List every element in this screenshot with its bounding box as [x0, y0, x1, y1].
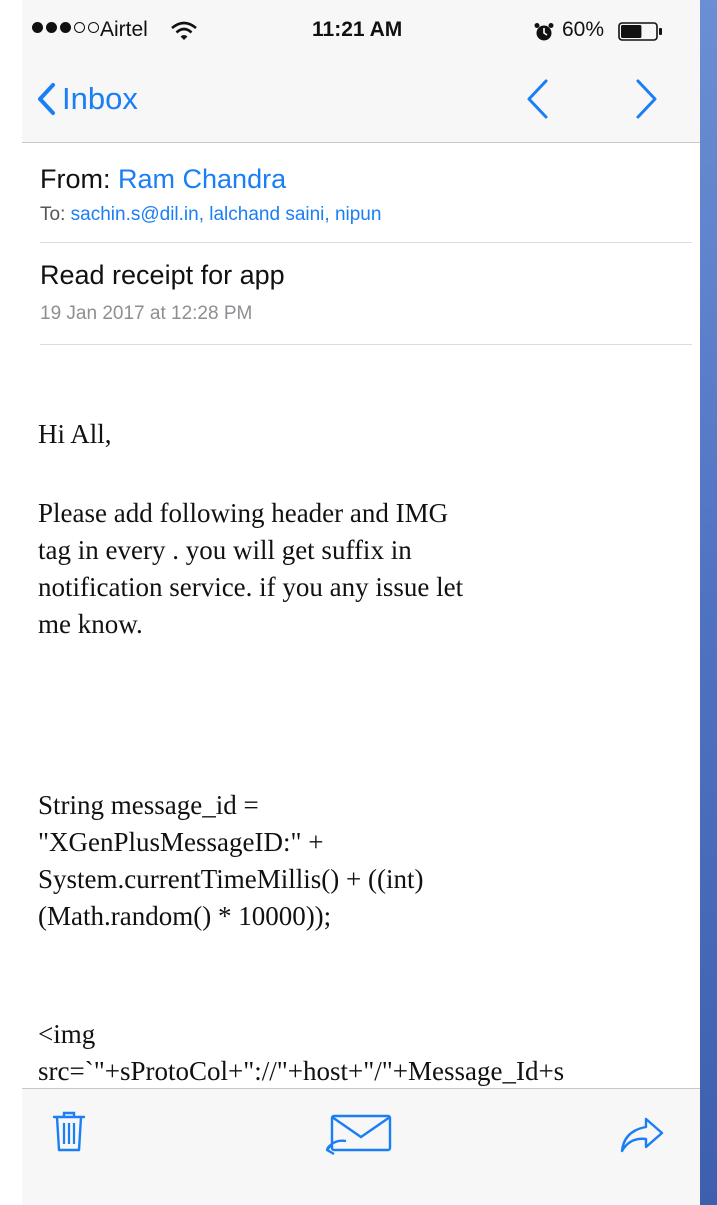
battery-percent: 60% — [562, 18, 605, 41]
trash-icon[interactable] — [52, 1109, 86, 1153]
status-bar: Airtel 11:21 AM 60% — [22, 0, 700, 62]
to-label: To: — [40, 204, 66, 225]
recipients-list[interactable]: sachin.s@dil.in, lalchand saini, nipun — [71, 204, 382, 225]
email-paragraph: Please add following header and IMG tag … — [38, 498, 464, 639]
slide-background-left — [0, 0, 22, 1205]
signal-strength-icon — [32, 22, 99, 33]
bottom-toolbar — [22, 1088, 700, 1205]
next-message-button[interactable] — [632, 76, 662, 122]
status-time: 11:21 AM — [312, 18, 403, 41]
alarm-clock-icon — [534, 23, 554, 41]
email-date: 19 Jan 2017 at 12:28 PM — [40, 303, 253, 324]
back-to-inbox-button[interactable]: Inbox — [36, 74, 138, 124]
email-greeting: Hi All, — [38, 419, 112, 449]
share-arrow-icon[interactable] — [618, 1115, 666, 1155]
subject-divider — [40, 344, 692, 345]
navigation-bar: Inbox — [22, 62, 700, 143]
email-subject: Read receipt for app — [40, 260, 285, 290]
chevron-left-icon — [38, 83, 55, 115]
carrier-name: Airtel — [100, 18, 148, 41]
sender-line: From: Ram Chandra — [40, 164, 286, 195]
header-divider — [40, 242, 692, 243]
battery-icon — [618, 22, 662, 41]
slide-background-right — [700, 0, 717, 1205]
code-block-message-id: String message_id = "XGenPlusMessageID:"… — [38, 790, 424, 931]
from-label: From: — [40, 164, 111, 194]
phone-screen: Airtel 11:21 AM 60% Inbox From: Ram Chan… — [22, 0, 700, 1205]
envelope-reply-icon[interactable] — [324, 1113, 394, 1159]
back-button-label: Inbox — [62, 81, 138, 116]
previous-message-button[interactable] — [522, 76, 552, 122]
recipients-line: To: sachin.s@dil.in, lalchand saini, nip… — [40, 204, 381, 226]
sender-name[interactable]: Ram Chandra — [118, 164, 286, 194]
wifi-icon — [171, 21, 197, 40]
